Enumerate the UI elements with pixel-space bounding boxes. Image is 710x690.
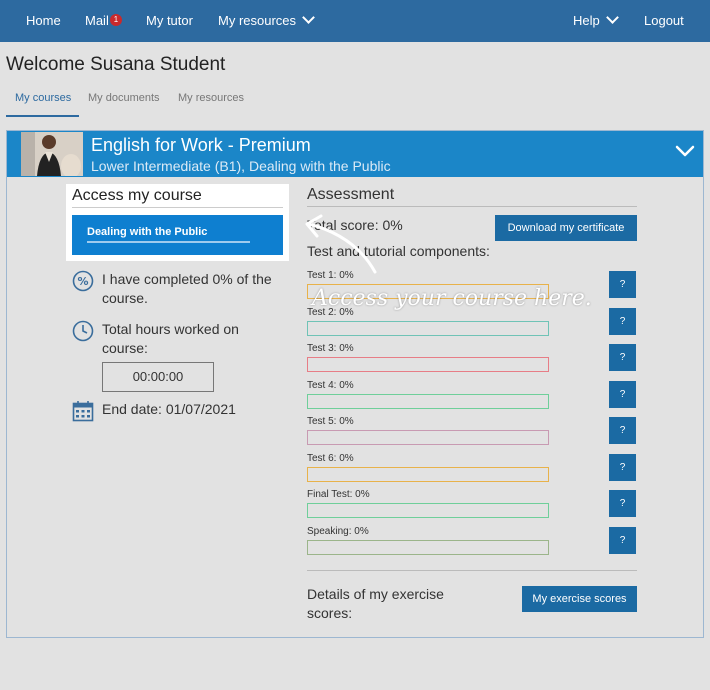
chevron-down-icon[interactable]: [675, 144, 695, 158]
test-label: Test 4: 0%: [307, 379, 354, 391]
percent-icon: %: [72, 270, 94, 292]
access-course-title: Access my course: [72, 187, 202, 204]
help-button[interactable]: ?: [609, 526, 636, 554]
nav-logout[interactable]: Logout: [644, 13, 684, 29]
nav-my-resources[interactable]: My resources: [218, 11, 315, 29]
test-progress-bar: [307, 357, 549, 372]
top-navigation: Home Mail 1 My tutor My resources Help L…: [0, 0, 710, 42]
tab-my-courses[interactable]: My courses: [15, 92, 71, 104]
divider: [72, 207, 283, 208]
nav-my-resources-label: My resources: [218, 13, 297, 28]
nav-my-tutor[interactable]: My tutor: [146, 13, 193, 29]
test-label: Test 6: 0%: [307, 452, 354, 464]
divider: [307, 570, 637, 571]
hours-worked-value: 00:00:00: [102, 362, 214, 392]
test-progress-bar: [307, 466, 549, 482]
completion-text: I have completed 0% of the course.: [102, 271, 272, 306]
nav-home[interactable]: Home: [26, 13, 61, 29]
end-date: End date: 01/07/2021: [102, 401, 236, 417]
help-button[interactable]: ?: [609, 307, 636, 335]
clock-icon: [72, 320, 94, 342]
active-tab-indicator: [6, 115, 79, 117]
help-button[interactable]: ?: [609, 417, 636, 444]
course-header[interactable]: English for Work - Premium Lower Interme…: [7, 131, 703, 177]
test-progress-bar: [307, 539, 549, 555]
assessment-title: Assessment: [307, 186, 395, 203]
chevron-down-icon: [605, 11, 619, 24]
sub-tabs: My courses My documents My resources: [6, 86, 710, 117]
test-progress-bar: [307, 320, 549, 336]
access-button-label: Dealing with the Public: [87, 226, 208, 238]
hours-label: Total hours worked on course:: [102, 321, 239, 356]
tutorial-annotation: Access your course here.: [312, 286, 592, 311]
course-subtitle: Lower Intermediate (B1), Dealing with th…: [91, 158, 391, 174]
download-certificate-button[interactable]: Download my certificate: [495, 215, 637, 241]
course-progress-bar: [87, 241, 250, 243]
calendar-icon: [72, 401, 94, 422]
course-thumbnail: [21, 132, 83, 176]
test-label: Test 5: 0%: [307, 416, 354, 427]
mail-count-badge: 1: [110, 14, 122, 26]
my-exercise-scores-button[interactable]: My exercise scores: [522, 586, 637, 612]
test-label: Test 3: 0%: [307, 343, 354, 354]
tab-my-documents[interactable]: My documents: [88, 92, 160, 104]
nav-mail[interactable]: Mail: [85, 13, 109, 29]
test-progress-bar: [307, 503, 549, 518]
access-course-panel: Access my course Dealing with the Public: [66, 184, 289, 261]
test-progress-bar: [307, 430, 549, 445]
nav-help[interactable]: Help: [573, 11, 619, 29]
exercise-details-label: Details of my exercise scores:: [307, 586, 444, 621]
nav-help-label: Help: [573, 13, 600, 28]
course-title: English for Work - Premium: [91, 135, 311, 155]
tab-my-resources[interactable]: My resources: [178, 92, 244, 104]
help-button[interactable]: ?: [609, 344, 636, 371]
divider: [307, 206, 637, 207]
test-label: Final Test: 0%: [307, 489, 370, 500]
help-button[interactable]: ?: [609, 453, 636, 481]
help-button[interactable]: ?: [609, 380, 636, 408]
arrow-icon: [305, 214, 377, 274]
test-progress-bar: [307, 393, 549, 409]
help-button[interactable]: ?: [609, 271, 636, 298]
page-title: Welcome Susana Student: [6, 54, 226, 75]
dealing-with-public-button[interactable]: Dealing with the Public: [72, 215, 283, 255]
svg-text:%: %: [77, 275, 88, 288]
help-button[interactable]: ?: [609, 490, 636, 517]
test-label: Speaking: 0%: [307, 525, 369, 537]
chevron-down-icon: [302, 11, 315, 24]
